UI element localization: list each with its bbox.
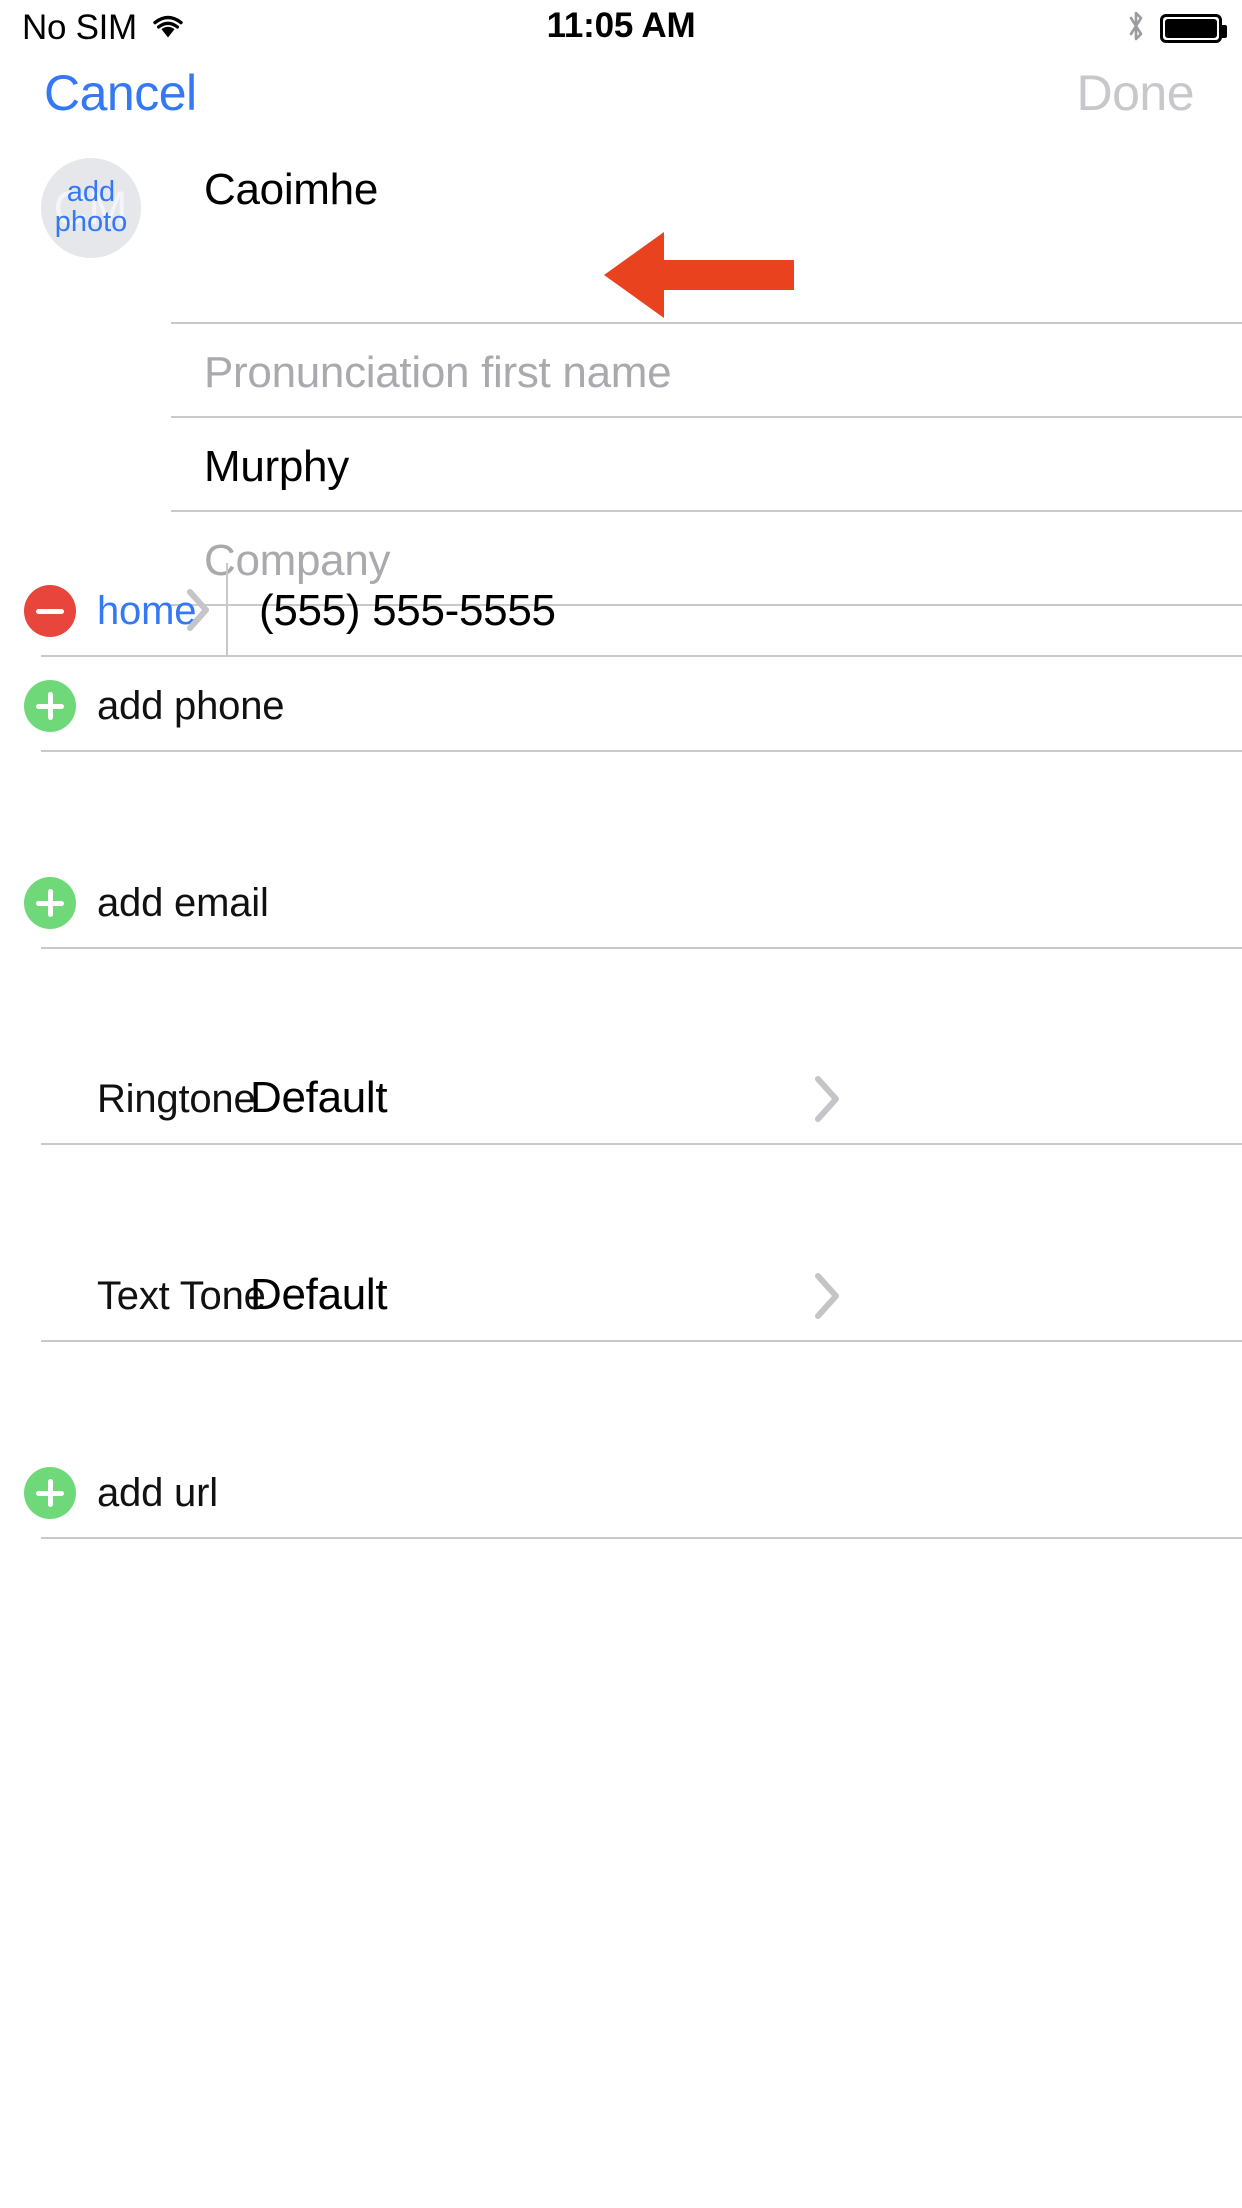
add-email-label[interactable]: add email [97,881,269,926]
clock-label: 11:05 AM [547,6,696,45]
done-button[interactable]: Done [1076,64,1194,122]
add-url-label[interactable]: add url [97,1471,218,1516]
add-photo-label-line2: photo [55,208,128,238]
chevron-right-icon[interactable] [813,1074,843,1124]
pronunciation-first-name-placeholder: Pronunciation first name [204,348,671,398]
minus-circle-icon[interactable] [24,585,76,637]
bluetooth-icon [1126,9,1146,48]
ringtone-label: Ringtone [97,1077,256,1122]
last-name-value: Murphy [204,442,349,492]
plus-circle-icon[interactable] [24,680,76,732]
plus-circle-icon[interactable] [24,877,76,929]
company-placeholder: Company [204,536,390,586]
cancel-button[interactable]: Cancel [44,64,197,122]
first-name-value: Caoimhe [204,165,378,215]
phone-row-vertical-divider [226,563,228,655]
separator-text-tone [41,1340,1242,1342]
status-bar-right [1126,0,1222,56]
separator-pronunciation [171,416,1242,418]
status-bar: No SIM 11:05 AM [0,0,1242,56]
navigation-bar: Cancel Done [0,56,1242,144]
separator-add-phone [41,750,1242,752]
separator-last-name [171,510,1242,512]
separator-add-email [41,947,1242,949]
text-tone-label: Text Tone [97,1274,266,1319]
chevron-right-icon[interactable] [813,1271,843,1321]
left-arrow-annotation [604,232,794,323]
add-phone-label[interactable]: add phone [97,684,284,729]
first-name-field[interactable]: Caoimhe [171,146,1242,234]
add-photo-button[interactable]: CM add photo [41,158,141,258]
separator-ringtone [41,1143,1242,1145]
ringtone-value[interactable]: Default [250,1073,387,1123]
text-tone-value[interactable]: Default [250,1270,387,1320]
separator-phone-entry [41,655,1242,657]
contact-edit-screen: No SIM 11:05 AM Cancel [0,0,1242,2208]
add-photo-label-line1: add [67,178,115,208]
separator-add-url [41,1537,1242,1539]
phone-label-home[interactable]: home [97,589,196,634]
battery-full-icon [1160,14,1222,43]
phone-number-value[interactable]: (555) 555-5555 [259,586,556,636]
pronunciation-first-name-field[interactable]: Pronunciation first name [171,326,1242,420]
plus-circle-icon[interactable] [24,1467,76,1519]
last-name-field[interactable]: Murphy [171,420,1242,514]
status-bar-center: 11:05 AM [0,0,1242,56]
chevron-right-icon[interactable] [186,588,212,632]
